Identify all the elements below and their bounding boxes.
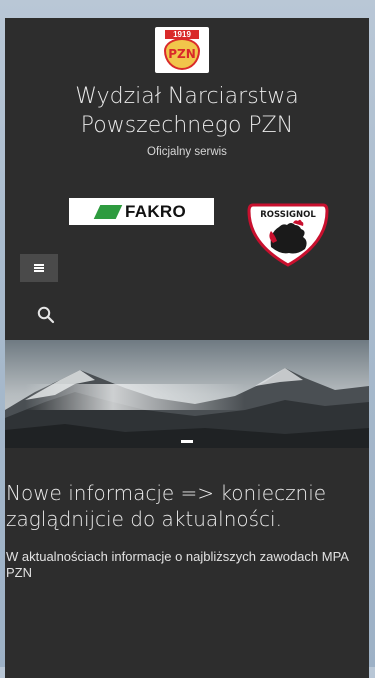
hamburger-icon xyxy=(34,264,44,272)
post-headline[interactable]: Nowe informacje => koniecznie zaglądnijc… xyxy=(6,480,368,532)
sponsor-fakro-logo[interactable]: FAKRO xyxy=(69,198,214,225)
post-excerpt: W aktualnościach informacje o najbliższy… xyxy=(6,549,349,580)
pzn-logo[interactable]: 1919 PZN xyxy=(155,27,209,73)
logo-badge: PZN xyxy=(164,38,200,70)
sponsor-rossignol-logo[interactable]: ROSSIGNOL xyxy=(247,201,329,267)
page-panel: 1919 PZN Wydział Narciarstwa Powszechneg… xyxy=(5,18,369,678)
slider-dot-active[interactable] xyxy=(181,440,193,443)
site-tagline: Oficjalny serwis xyxy=(147,146,227,158)
hero-slider[interactable] xyxy=(5,340,369,448)
fakro-logo-text: FAKRO xyxy=(125,201,186,221)
site-title[interactable]: Wydział Narciarstwa Powszechnego PZN xyxy=(5,82,369,140)
rossignol-logo-text: ROSSIGNOL xyxy=(260,210,316,220)
menu-toggle-button[interactable] xyxy=(20,254,58,282)
search-icon[interactable] xyxy=(37,306,55,324)
mountain-photo xyxy=(5,340,369,448)
fakro-mark-icon xyxy=(97,205,119,219)
